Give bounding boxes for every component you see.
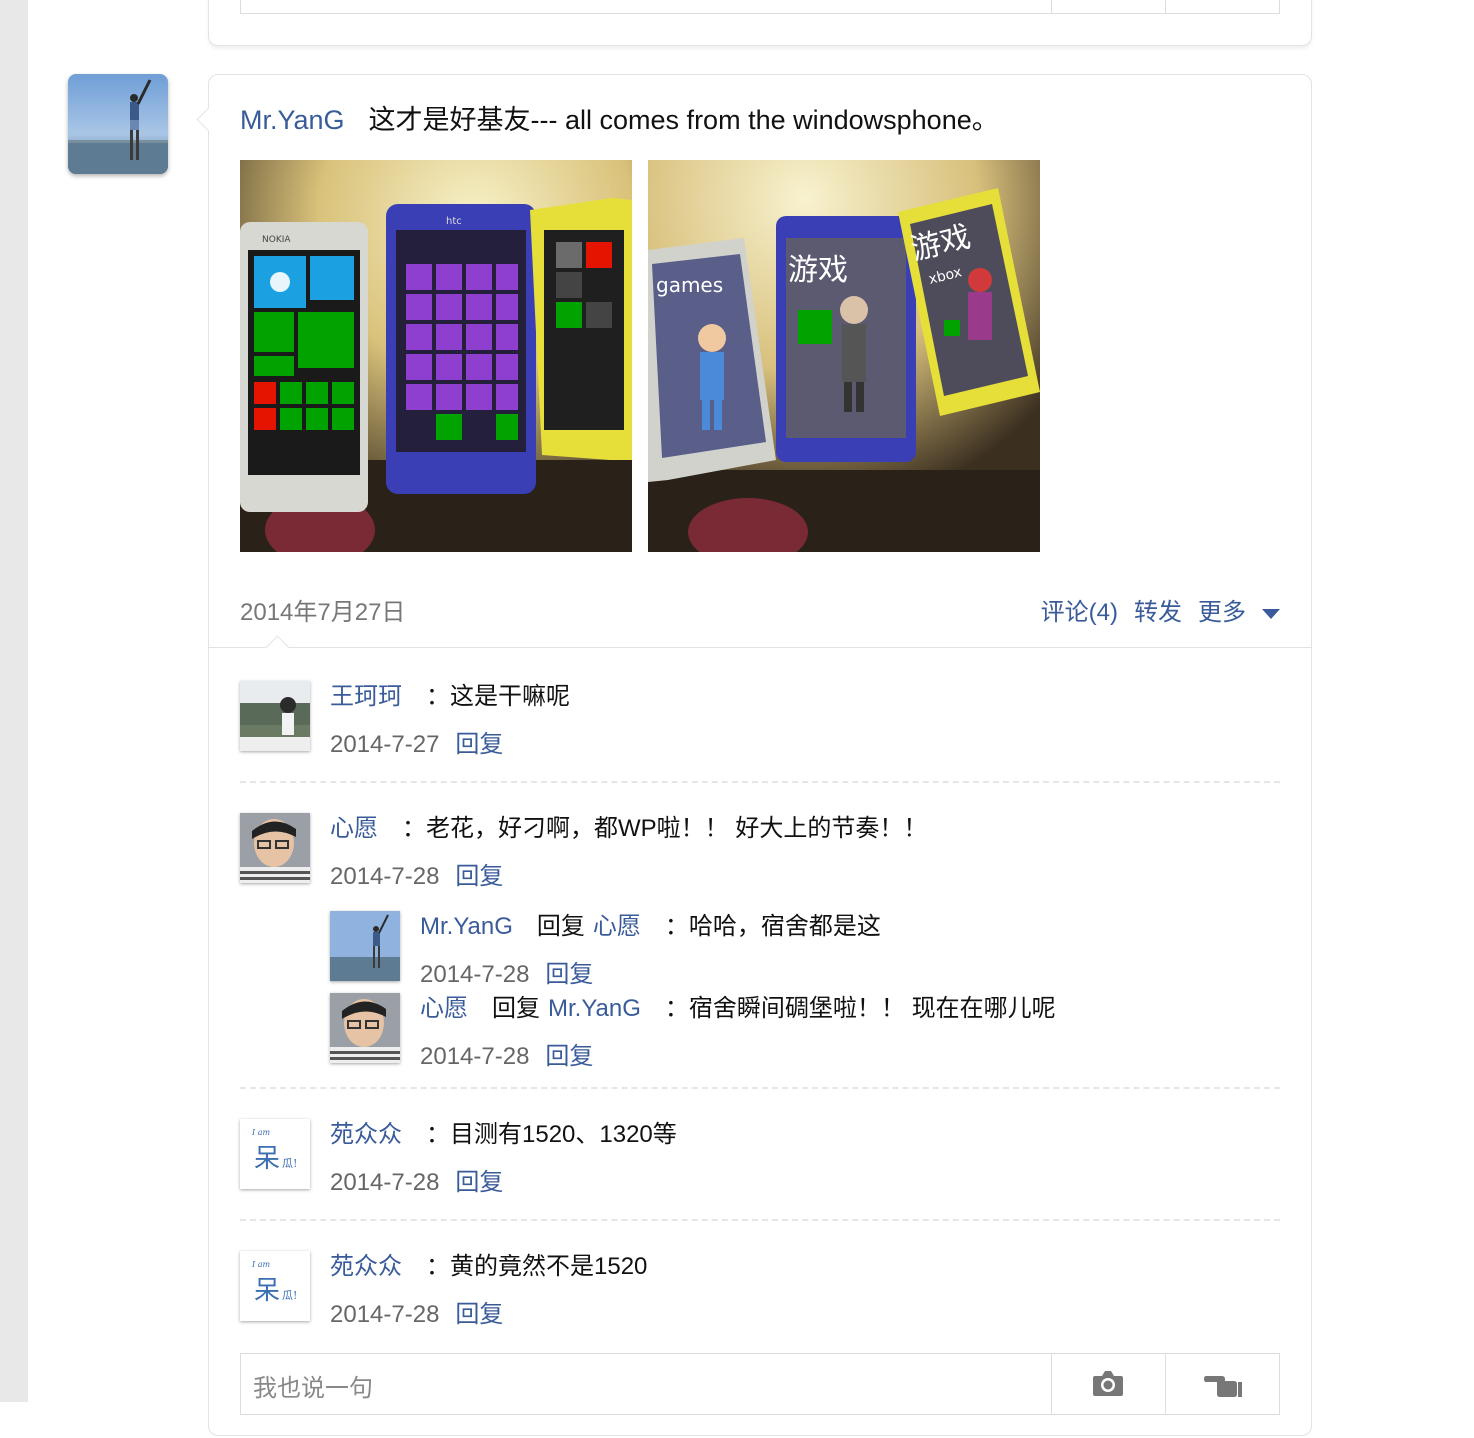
- comment-count-link[interactable]: 评论(4): [1041, 599, 1118, 626]
- sub-reply-date: 2014-7-28: [420, 1043, 530, 1070]
- sub-reply-avatar[interactable]: [330, 911, 400, 981]
- author-avatar[interactable]: [68, 74, 168, 174]
- avatar-text: 瓜!: [282, 1157, 297, 1170]
- sub-reply-text: ：哈哈，宿舍都是这: [664, 913, 881, 940]
- avatar-text: 呆: [254, 1144, 280, 1174]
- comment-text: ：老花，好刁啊，都WP啦！！ 好大上的节奏！！: [402, 815, 928, 842]
- sub-reply-author[interactable]: 心愿: [420, 995, 468, 1022]
- sub-reply-author[interactable]: Mr.YanG: [420, 913, 513, 940]
- comment-divider: [240, 1219, 1280, 1221]
- post-header: Mr.YanG 这才是好基友--- all comes from the wind…: [240, 103, 999, 137]
- reply-link[interactable]: 回复: [455, 731, 503, 758]
- comment-date: 2014-7-28: [330, 1301, 440, 1328]
- reply-link[interactable]: 回复: [545, 961, 593, 988]
- comment-author[interactable]: 苑众众: [330, 1121, 402, 1148]
- comment-text: ：黄的竟然不是1520: [426, 1253, 648, 1280]
- comments-section: 王珂珂 ：这是干嘛呢 2014-7-27 回复 心愿 ：老花，好刁啊，都WP啦！…: [209, 635, 1311, 1438]
- avatar-text: 瓜!: [282, 1289, 297, 1302]
- comment-date: 2014-7-28: [330, 1169, 440, 1196]
- previous-comment-input[interactable]: [240, 0, 1280, 14]
- post-meta-row: 2014年7月27日 评论(4) 转发 更多: [240, 596, 1280, 630]
- comment-divider: [240, 1087, 1280, 1089]
- reply-link[interactable]: 回复: [545, 1043, 593, 1070]
- sub-reply-avatar[interactable]: [330, 993, 400, 1063]
- comment-item: 心愿：老花，好刁啊，都WP啦！！ 好大上的节奏！！ 2014-7-28回复: [240, 813, 1280, 1073]
- camera-icon[interactable]: [1092, 1368, 1124, 1398]
- comment-author[interactable]: 王珂珂: [330, 683, 402, 710]
- post-photo-1[interactable]: NOKIA htc: [240, 160, 632, 552]
- sub-reply-item: 心愿 回复 Mr.YanG ：宿舍瞬间碉堡啦！！ 现在在哪儿呢 2014-7-28 回复: [330, 993, 1280, 1070]
- previous-post-card: [208, 0, 1312, 46]
- comment-item: 王珂珂 ：这是干嘛呢 2014-7-27 回复: [240, 681, 1280, 761]
- sub-reply-text: ：宿舍瞬间碉堡啦！！ 现在在哪儿呢: [664, 995, 1056, 1022]
- reply-word: 回复: [492, 995, 540, 1022]
- comment-text: ：目测有1520、1320等: [426, 1121, 677, 1148]
- comment-item: I am 呆 瓜! 苑众众 ：黄的竟然不是1520 2014-7-28 回复: [240, 1251, 1280, 1331]
- commenter-avatar[interactable]: I am 呆 瓜!: [240, 1119, 310, 1189]
- reply-link[interactable]: 回复: [455, 1301, 503, 1328]
- reply-target[interactable]: 心愿: [593, 913, 641, 940]
- reply-target[interactable]: Mr.YanG: [548, 995, 641, 1022]
- left-edge-strip: [0, 0, 28, 1402]
- reply-word: 回复: [536, 913, 585, 940]
- comment-item: I am 呆 瓜! 苑众众 ：目测有1520、1320等 2014-7-28 回复: [240, 1119, 1280, 1199]
- commenter-avatar[interactable]: [240, 813, 310, 883]
- comment-date: 2014-7-28: [330, 863, 440, 890]
- post-date: 2014年7月27日: [240, 599, 406, 626]
- avatar-text: I am: [251, 1128, 270, 1137]
- share-link[interactable]: 转发: [1134, 599, 1182, 626]
- post-author-link[interactable]: Mr.YanG: [240, 105, 345, 135]
- caret-down-icon: [1262, 608, 1280, 619]
- photo-youxi-label: 游戏: [788, 253, 848, 288]
- sub-reply-date: 2014-7-28: [420, 961, 530, 988]
- card-pointer: [196, 107, 221, 132]
- photo-games-label: games: [656, 273, 723, 297]
- photo-htc-label: htc: [446, 216, 462, 227]
- reply-link[interactable]: 回复: [455, 863, 503, 890]
- post-text: 这才是好基友--- all comes from the windowsphon…: [368, 105, 999, 135]
- comment-author[interactable]: 心愿: [330, 815, 378, 842]
- comment-author[interactable]: 苑众众: [330, 1253, 402, 1280]
- photo-nokia-label: NOKIA: [262, 235, 291, 245]
- comment-date: 2014-7-27: [330, 731, 440, 758]
- post-actions: 评论(4) 转发 更多: [1025, 596, 1280, 630]
- commenter-avatar[interactable]: [240, 681, 310, 751]
- reply-link[interactable]: 回复: [455, 1169, 503, 1196]
- avatar-text: 呆: [254, 1276, 280, 1306]
- comment-text: ：这是干嘛呢: [426, 683, 570, 710]
- post-photo-2[interactable]: games 游戏 游戏 xbox: [648, 160, 1040, 552]
- comment-input-box[interactable]: 我也说一句: [240, 1353, 1280, 1415]
- more-menu[interactable]: 更多: [1198, 599, 1280, 626]
- sub-reply-item: Mr.YanG 回复 心愿 ：哈哈，宿舍都是这 2014-7-28 回复: [330, 911, 1280, 988]
- comment-divider: [240, 781, 1280, 783]
- comment-input-placeholder[interactable]: 我也说一句: [253, 1368, 373, 1403]
- more-label: 更多: [1198, 599, 1246, 626]
- pointing-hand-icon[interactable]: [1204, 1368, 1242, 1398]
- commenter-avatar[interactable]: I am 呆 瓜!: [240, 1251, 310, 1321]
- comments-pointer: [265, 635, 290, 660]
- avatar-text: I am: [251, 1260, 270, 1269]
- post-card: Mr.YanG 这才是好基友--- all comes from the wind…: [196, 74, 1312, 1438]
